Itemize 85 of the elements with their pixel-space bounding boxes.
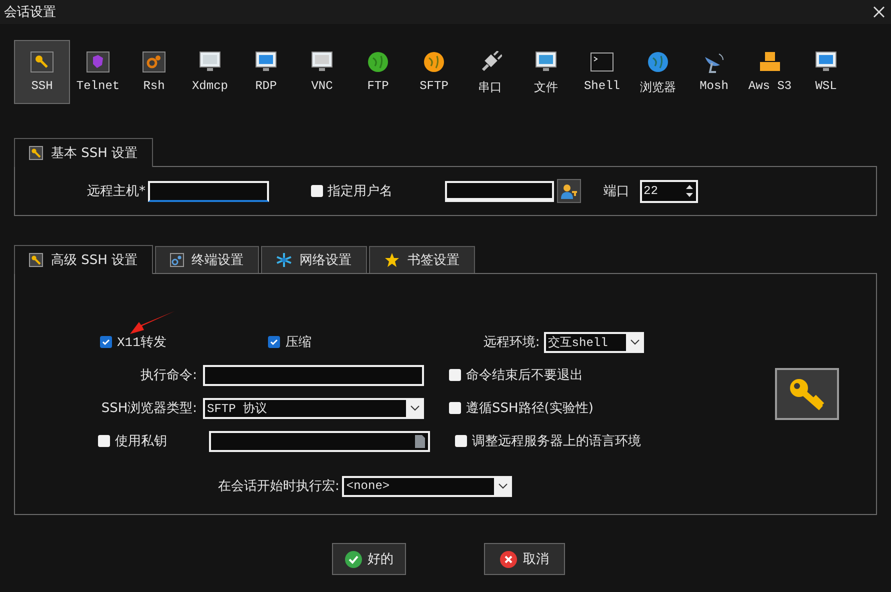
checkbox[interactable] bbox=[449, 402, 461, 414]
cancel-button[interactable]: 取消 bbox=[484, 543, 565, 575]
protocol-button[interactable]: FTP bbox=[350, 40, 406, 104]
close-icon bbox=[500, 550, 517, 568]
checkbox-label: 遵循SSH路径(实验性) bbox=[466, 400, 594, 417]
star-icon bbox=[384, 252, 400, 268]
key-icon bbox=[30, 51, 54, 73]
settings-tab[interactable]: 书签设置 bbox=[368, 246, 475, 273]
globe-icon bbox=[646, 51, 670, 73]
settings-tab[interactable]: 基本 SSH 设置 bbox=[14, 138, 153, 167]
window-title: 会话设置 bbox=[4, 4, 56, 21]
macro-dropdown[interactable]: <none> bbox=[342, 476, 512, 496]
file-icon[interactable] bbox=[415, 434, 425, 448]
network-icon bbox=[276, 252, 292, 268]
globe-icon bbox=[422, 51, 446, 73]
gear-icon bbox=[170, 253, 184, 267]
checkbox[interactable] bbox=[449, 369, 461, 381]
protocol-button[interactable]: 串口 bbox=[462, 40, 518, 104]
close-icon[interactable] bbox=[873, 6, 885, 18]
checkbox-label: 指定用户名 bbox=[328, 183, 392, 200]
settings-tab[interactable]: 终端设置 bbox=[154, 246, 259, 273]
monitor-icon bbox=[534, 51, 558, 73]
checkbox-label: 调整远程服务器上的语言环境 bbox=[472, 433, 641, 450]
check-icon bbox=[344, 550, 362, 568]
key-icon bbox=[29, 146, 43, 160]
gem-icon bbox=[86, 51, 110, 73]
remote-env-dropdown[interactable]: 交互shell bbox=[544, 332, 644, 352]
protocol-button[interactable]: SSH bbox=[14, 40, 70, 104]
checkbox[interactable] bbox=[100, 336, 112, 348]
field-label: 执行命令: bbox=[140, 367, 198, 384]
protocol-button[interactable]: Shell bbox=[574, 40, 630, 104]
key-button[interactable] bbox=[775, 368, 839, 420]
command-field[interactable] bbox=[203, 364, 424, 386]
spinner-arrows-icon bbox=[684, 183, 694, 199]
user-key-button[interactable] bbox=[556, 179, 580, 203]
checkbox[interactable] bbox=[268, 336, 280, 348]
caret-icon bbox=[498, 483, 508, 489]
protocol-button[interactable]: RDP bbox=[238, 40, 294, 104]
private-key-field[interactable] bbox=[209, 430, 430, 452]
username-field[interactable] bbox=[444, 180, 554, 202]
boxes-icon bbox=[758, 51, 782, 73]
caret-icon bbox=[630, 339, 640, 345]
port-spinner[interactable]: 22 bbox=[640, 180, 698, 202]
user-icon bbox=[560, 182, 578, 200]
protocol-button[interactable]: SFTP bbox=[406, 40, 462, 104]
remote-host-field[interactable] bbox=[148, 180, 268, 202]
check-icon bbox=[101, 337, 111, 347]
checkbox[interactable] bbox=[98, 435, 110, 447]
settings-tab[interactable]: 高级 SSH 设置 bbox=[14, 245, 153, 274]
gear-icon bbox=[142, 51, 166, 73]
terminal-icon bbox=[590, 51, 614, 73]
monitor-icon bbox=[310, 51, 334, 73]
protocol-button[interactable]: Aws S3 bbox=[742, 40, 798, 104]
caret-icon bbox=[410, 405, 420, 411]
checkbox-label: 使用私钥 bbox=[115, 433, 167, 450]
checkbox-label: 压缩 bbox=[285, 334, 312, 351]
monitor-icon bbox=[254, 51, 278, 73]
ok-button[interactable]: 好的 bbox=[332, 543, 406, 575]
key-icon bbox=[29, 253, 43, 267]
monitor-icon bbox=[198, 51, 222, 73]
key-icon bbox=[787, 376, 827, 412]
field-label: 远程主机* bbox=[87, 183, 146, 200]
checkbox-label: 命令结束后不要退出 bbox=[466, 367, 583, 384]
protocol-button[interactable]: 浏览器 bbox=[630, 40, 686, 104]
checkbox[interactable] bbox=[310, 185, 322, 197]
protocol-button[interactable]: 文件 bbox=[518, 40, 574, 104]
checkbox[interactable] bbox=[455, 435, 467, 447]
protocol-button[interactable]: VNC bbox=[294, 40, 350, 104]
monitor-icon bbox=[814, 51, 838, 73]
protocol-button[interactable]: Xdmcp bbox=[182, 40, 238, 104]
settings-tab[interactable]: 网络设置 bbox=[260, 246, 367, 273]
field-label: 在会话开始时执行宏: bbox=[218, 478, 340, 495]
protocol-button[interactable]: Mosh bbox=[686, 40, 742, 104]
annotation-arrow-icon bbox=[128, 310, 176, 336]
field-label: 端口 bbox=[604, 183, 630, 200]
check-icon bbox=[269, 337, 280, 347]
protocol-button[interactable]: Rsh bbox=[126, 40, 182, 104]
checkbox-label: X11转发 bbox=[117, 334, 166, 351]
browser-type-dropdown[interactable]: SFTP 协议 bbox=[203, 398, 424, 418]
globe-icon bbox=[366, 51, 390, 73]
protocol-button[interactable]: WSL bbox=[798, 40, 854, 104]
field-label: 远程环境: bbox=[483, 334, 540, 351]
protocol-button[interactable]: Telnet bbox=[70, 40, 126, 104]
satellite-dish-icon bbox=[702, 51, 726, 73]
field-label: SSH浏览器类型: bbox=[100, 400, 198, 417]
